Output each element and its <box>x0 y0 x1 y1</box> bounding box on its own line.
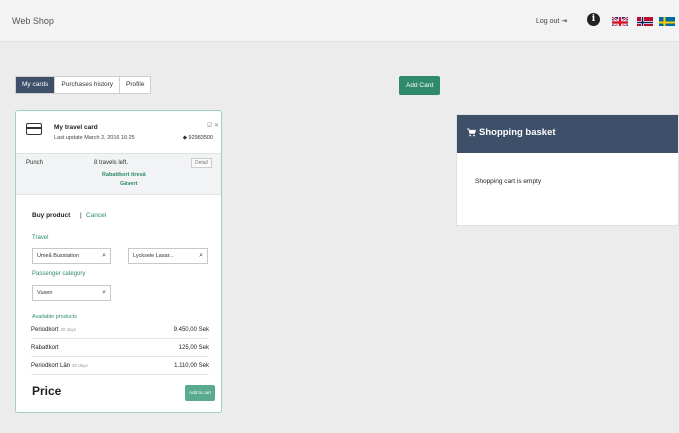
cancel-link[interactable]: Cancel <box>86 212 106 219</box>
basket-empty-text: Shopping cart is empty <box>475 178 542 185</box>
passenger-category-field[interactable]: Vuxen ⌕ <box>32 285 111 301</box>
product-price: 9.450,00 Sek <box>173 327 209 333</box>
search-icon[interactable]: ⌕ <box>102 249 106 263</box>
card-name: My travel card <box>54 124 98 131</box>
tab-my-cards[interactable]: My cards <box>16 77 56 93</box>
norway-flag-icon[interactable] <box>637 15 653 26</box>
tab-profile[interactable]: Profile <box>120 77 150 93</box>
shopping-basket-panel: Shopping basket Shopping cart is empty <box>456 114 679 226</box>
punch-travels-left: 8 travels left. <box>94 160 129 166</box>
travel-card-panel: My travel card Last update March 2, 2016… <box>15 110 222 413</box>
info-circle-icon[interactable]: i <box>587 13 600 26</box>
to-stop-value: Lycksele Lasar... <box>133 253 174 259</box>
top-bar: Web Shop Log out ⇥ i <box>0 0 679 42</box>
buy-separator: | <box>80 212 82 219</box>
add-card-button[interactable]: Add Card <box>399 76 441 95</box>
punch-link-rabattkort[interactable]: Rabattkort tiresä <box>102 172 146 178</box>
product-row[interactable]: Rabattkort 125,00 Sek <box>31 341 209 357</box>
product-row[interactable]: Periodkort Län 30 days 1.110,00 Sek <box>31 359 209 375</box>
card-number: ◆ 92983500 <box>182 135 213 141</box>
product-price: 125,00 Sek <box>178 345 209 351</box>
product-name: Periodkort Län 30 days <box>31 363 88 369</box>
buy-product-title: Buy product <box>32 212 71 219</box>
search-icon[interactable]: ⌕ <box>199 249 203 263</box>
product-name: Periodkort 30 days <box>31 327 77 333</box>
available-products-label: Available products <box>32 314 77 320</box>
passenger-category-label: Passenger category <box>32 271 86 277</box>
product-name: Rabattkort <box>31 345 59 351</box>
basket-title: Shopping basket <box>479 127 556 138</box>
brand-title[interactable]: Web Shop <box>12 16 54 26</box>
sweden-flag-icon[interactable] <box>659 15 675 26</box>
uk-flag-icon[interactable] <box>612 15 628 26</box>
main-tabs: My cards Purchases history Profile <box>15 76 152 94</box>
card-edit-close-icons[interactable]: ☑ ✕ <box>207 122 219 129</box>
credit-card-icon <box>26 123 42 135</box>
tab-purchases-history[interactable]: Purchases history <box>55 77 121 93</box>
from-stop-field[interactable]: Umeå Busstation ⌕ <box>32 248 111 264</box>
from-stop-value: Umeå Busstation <box>37 253 79 259</box>
add-to-cart-button[interactable]: Add to cart <box>185 385 215 401</box>
punch-detail-button[interactable]: Detail <box>191 158 212 168</box>
punch-row: Punch 8 travels left. Detail Rabattkort … <box>16 153 221 195</box>
logout-link[interactable]: Log out ⇥ <box>536 17 567 25</box>
product-row[interactable]: Periodkort 30 days 9.450,00 Sek <box>31 323 209 339</box>
search-icon[interactable]: ⌕ <box>102 286 106 300</box>
passenger-category-value: Vuxen <box>37 290 53 296</box>
basket-header: Shopping basket <box>457 115 678 153</box>
price-label: Price <box>32 384 62 398</box>
to-stop-field[interactable]: Lycksele Lasar... ⌕ <box>128 248 208 264</box>
shopping-cart-icon <box>467 128 476 137</box>
product-price: 1.110,00 Sek <box>174 363 209 369</box>
punch-link-gavert[interactable]: Gävert <box>120 181 137 187</box>
card-last-update: Last update March 2, 2016 16:25 <box>54 135 135 141</box>
punch-label: Punch <box>26 160 44 166</box>
travel-label: Travel <box>32 235 49 241</box>
